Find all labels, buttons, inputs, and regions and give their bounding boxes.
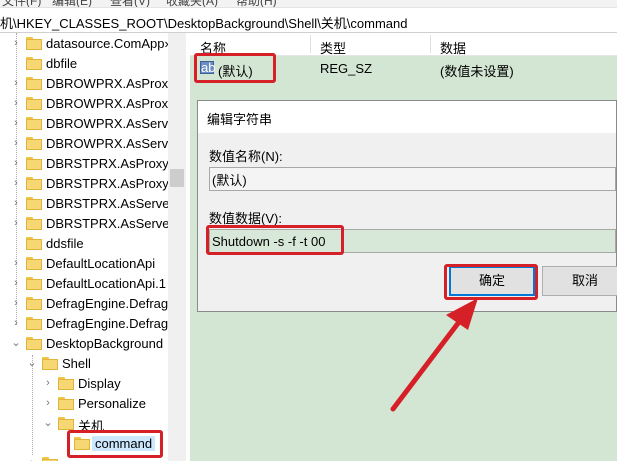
red-arrow-icon	[390, 298, 478, 412]
